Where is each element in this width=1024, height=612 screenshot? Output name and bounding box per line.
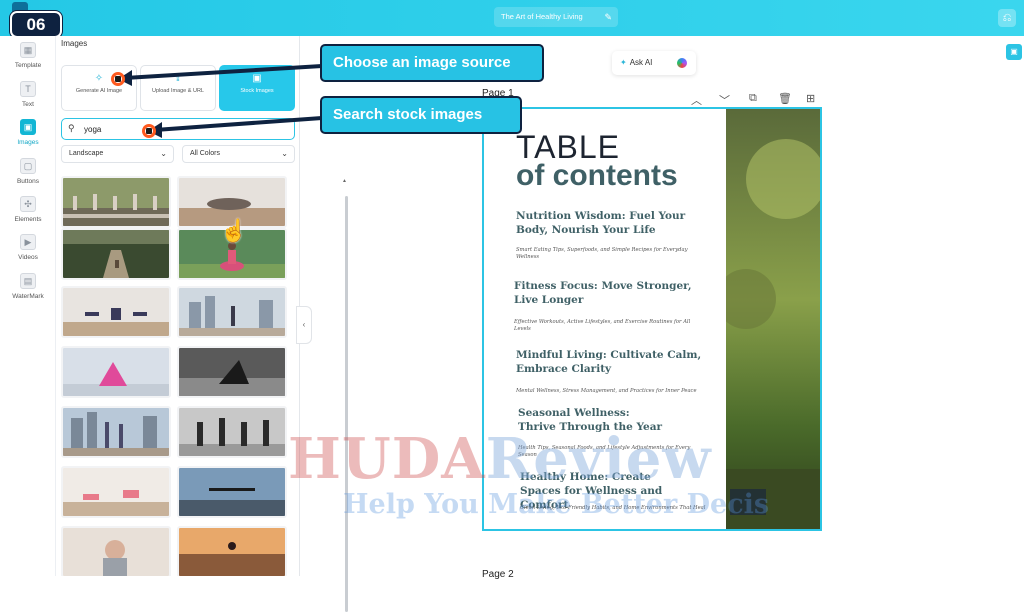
- generate-ai-image-button[interactable]: ✧ Generate AI Image: [61, 65, 137, 111]
- click-target-icon: [142, 124, 156, 138]
- ask-ai-label: Ask AI: [629, 58, 653, 67]
- step-badge: 06: [10, 11, 62, 38]
- toc-heading: Nutrition Wisdom: Fuel Your Body, Nouris…: [516, 210, 686, 236]
- stock-image-thumbnail[interactable]: [61, 228, 171, 280]
- color-select[interactable]: All Colors ⌄: [182, 145, 295, 163]
- right-panel-toggle-icon[interactable]: ▣: [1006, 44, 1022, 60]
- stock-image-thumbnail[interactable]: [61, 406, 171, 458]
- toc-heading: Fitness Focus: Move Stronger, Live Longe…: [514, 280, 692, 306]
- images-panel: Images ✧ Generate AI Image ⇪ Upload Imag…: [56, 36, 348, 612]
- watermark-subtitle: Help You Make Better Decis: [343, 489, 770, 520]
- sidebar-item-template[interactable]: ▦ Template: [0, 42, 56, 78]
- text-icon: T: [20, 81, 36, 97]
- stock-image-thumbnail[interactable]: [177, 346, 287, 398]
- panel-scrollbar[interactable]: [345, 196, 348, 612]
- move-down-icon[interactable]: ﹀: [719, 92, 730, 108]
- callout-search-stock: Search stock images: [320, 96, 522, 134]
- search-icon: ⚲: [68, 123, 75, 133]
- search-box: ⚲: [61, 118, 295, 140]
- orientation-select[interactable]: Landscape ⌄: [61, 145, 174, 163]
- toc-subtitle: Smart Eating Tips, Superfoods, and Simpl…: [516, 247, 688, 260]
- stock-image-thumbnail[interactable]: [177, 286, 287, 338]
- source-label: Stock Images: [240, 88, 274, 94]
- sidebar-item-videos[interactable]: ▶ Videos: [0, 234, 56, 270]
- toc-subtitle: Mental Wellness, Stress Management, and …: [516, 388, 697, 394]
- sidebar-item-buttons[interactable]: ▢ Buttons: [0, 158, 56, 194]
- document-title-text: The Art of Healthy Living: [501, 12, 583, 21]
- source-label: Generate AI Image: [75, 88, 123, 94]
- top-bar: The Art of Healthy Living ✎ ⎌: [0, 0, 1024, 36]
- sparkle-icon: ✦: [620, 58, 627, 67]
- ask-ai-button[interactable]: ✦ Ask AI: [612, 51, 696, 75]
- sidebar-item-images[interactable]: ▣ Images: [0, 119, 56, 155]
- stock-image-thumbnail[interactable]: [177, 406, 287, 458]
- scroll-up-icon[interactable]: ▲: [342, 178, 347, 184]
- page-cover-photo: [726, 109, 820, 529]
- delete-icon[interactable]: 🗑: [778, 92, 792, 105]
- orientation-value: Landscape: [69, 150, 104, 157]
- toc-heading: Mindful Living: Cultivate Calm, Embrace …: [516, 349, 702, 375]
- collapse-panel-button[interactable]: ‹: [296, 306, 312, 344]
- click-target-icon: [111, 72, 125, 86]
- search-input[interactable]: [84, 122, 284, 136]
- edit-icon[interactable]: ✎: [604, 7, 612, 27]
- upload-image-button[interactable]: ⇪ Upload Image & URL: [140, 65, 216, 111]
- watermark-part-a: HUDA: [288, 426, 486, 492]
- hand-cursor-icon: ☝: [220, 218, 248, 243]
- stock-image-thumbnail[interactable]: [61, 526, 171, 576]
- watermark-icon: ▤: [20, 273, 36, 289]
- stock-image-thumbnail[interactable]: [61, 466, 171, 518]
- sidebar-item-label: Videos: [18, 254, 38, 261]
- sidebar-item-watermark[interactable]: ▤ WaterMark: [0, 273, 56, 309]
- images-icon: ▣: [20, 119, 36, 135]
- stock-image-thumbnail[interactable]: [61, 176, 171, 228]
- sidebar-item-label: Text: [22, 101, 34, 108]
- callout-choose-source: Choose an image source: [320, 44, 544, 82]
- watermark-part-b: Review: [485, 426, 712, 492]
- move-up-icon[interactable]: ︿: [691, 92, 702, 108]
- sidebar-rail: ▦ Template T Text ▣ Images ▢ Buttons ✣ E…: [0, 36, 56, 576]
- videos-icon: ▶: [20, 234, 36, 250]
- document-title[interactable]: The Art of Healthy Living ✎: [494, 7, 618, 27]
- template-icon: ▦: [20, 42, 36, 58]
- sidebar-item-label: Buttons: [16, 178, 40, 185]
- sidebar-item-elements[interactable]: ✣ Elements: [0, 196, 56, 232]
- sidebar-item-label: WaterMark: [12, 293, 44, 300]
- color-value: All Colors: [190, 150, 220, 157]
- stock-image-thumbnail[interactable]: [177, 526, 287, 576]
- source-label: Upload Image & URL: [152, 88, 204, 94]
- ai-orb-icon: [677, 58, 687, 68]
- panel-title: Images: [61, 39, 88, 48]
- undo-icon[interactable]: ⎌: [998, 9, 1016, 27]
- chevron-down-icon: ⌄: [160, 149, 167, 158]
- stock-image-grid: [61, 176, 291, 576]
- sidebar-item-text[interactable]: T Text: [0, 81, 56, 117]
- chevron-down-icon: ⌄: [281, 149, 288, 158]
- elements-icon: ✣: [20, 196, 36, 212]
- toc-subtitle: Effective Workouts, Active Lifestyles, a…: [514, 319, 691, 332]
- magic-wand-icon: ✧: [94, 73, 104, 84]
- stock-image-thumbnail[interactable]: [61, 286, 171, 338]
- sidebar-item-label: Images: [17, 139, 39, 146]
- upload-icon: ⇪: [173, 73, 183, 84]
- watermark-title: HUDAReview: [288, 426, 712, 492]
- add-page-icon[interactable]: ⊞: [806, 92, 815, 105]
- sidebar-item-label: Elements: [14, 216, 42, 223]
- duplicate-icon[interactable]: ⧉: [749, 92, 757, 105]
- stock-image-thumbnail[interactable]: [61, 346, 171, 398]
- stock-images-button[interactable]: ▣ Stock Images: [219, 65, 295, 111]
- stock-image-thumbnail[interactable]: [177, 466, 287, 518]
- stock-images-icon: ▣: [252, 73, 262, 84]
- sidebar-item-label: Template: [14, 62, 42, 69]
- page-label-next: Page 2: [482, 569, 514, 580]
- toc-title-contents: of contents: [516, 159, 678, 192]
- buttons-icon: ▢: [20, 158, 36, 174]
